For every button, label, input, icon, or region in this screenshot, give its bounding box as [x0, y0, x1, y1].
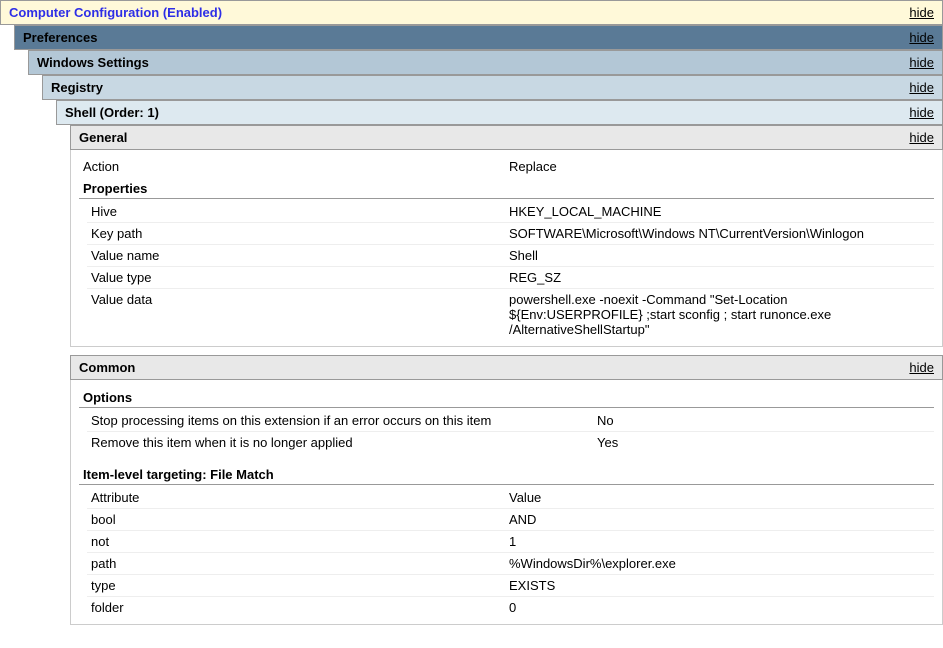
- hide-link-preferences[interactable]: hide: [909, 30, 934, 45]
- targeting-val: 0: [509, 600, 934, 615]
- attribute-col: Attribute: [87, 490, 509, 505]
- property-label: Value data: [87, 292, 509, 337]
- general-title: General: [79, 130, 127, 145]
- targeting-row: path %WindowsDir%\explorer.exe: [87, 553, 934, 575]
- preferences-header: Preferences hide: [14, 25, 943, 50]
- option-row: Remove this item when it is no longer ap…: [87, 432, 934, 453]
- value-col: Value: [509, 490, 934, 505]
- property-value: REG_SZ: [509, 270, 934, 285]
- targeting-attr: bool: [87, 512, 509, 527]
- common-title: Common: [79, 360, 135, 375]
- option-label: Remove this item when it is no longer ap…: [87, 435, 597, 450]
- targeting-row: folder 0: [87, 597, 934, 618]
- action-value: Replace: [509, 159, 934, 174]
- targeting-val: AND: [509, 512, 934, 527]
- action-row: Action Replace: [79, 156, 934, 177]
- property-row: Key path SOFTWARE\Microsoft\Windows NT\C…: [87, 223, 934, 245]
- general-content: Action Replace Properties Hive HKEY_LOCA…: [70, 150, 943, 347]
- targeting-attr: type: [87, 578, 509, 593]
- hide-link-shell[interactable]: hide: [909, 105, 934, 120]
- property-label: Value name: [87, 248, 509, 263]
- targeting-row: type EXISTS: [87, 575, 934, 597]
- option-row: Stop processing items on this extension …: [87, 410, 934, 432]
- property-row: Hive HKEY_LOCAL_MACHINE: [87, 201, 934, 223]
- property-value: SOFTWARE\Microsoft\Windows NT\CurrentVer…: [509, 226, 934, 241]
- targeting-attr: not: [87, 534, 509, 549]
- preferences-title: Preferences: [23, 30, 97, 45]
- hide-link-common[interactable]: hide: [909, 360, 934, 375]
- targeting-row: bool AND: [87, 509, 934, 531]
- targeting-val: %WindowsDir%\explorer.exe: [509, 556, 934, 571]
- hide-link-general[interactable]: hide: [909, 130, 934, 145]
- options-rows: Stop processing items on this extension …: [87, 410, 934, 453]
- shell-header: Shell (Order: 1) hide: [56, 100, 943, 125]
- property-label: Hive: [87, 204, 509, 219]
- option-label: Stop processing items on this extension …: [87, 413, 597, 428]
- general-header: General hide: [70, 125, 943, 150]
- shell-title: Shell (Order: 1): [65, 105, 159, 120]
- hide-link-registry[interactable]: hide: [909, 80, 934, 95]
- property-label: Value type: [87, 270, 509, 285]
- targeting-attr: path: [87, 556, 509, 571]
- windows-settings-header: Windows Settings hide: [28, 50, 943, 75]
- targeting-col-header: Attribute Value: [87, 487, 934, 509]
- option-value: Yes: [597, 435, 934, 450]
- targeting-rows: Attribute Value bool AND not 1 path %Win…: [87, 487, 934, 618]
- hide-link-computer-config[interactable]: hide: [909, 5, 934, 20]
- options-subheader: Options: [79, 386, 934, 408]
- common-content: Options Stop processing items on this ex…: [70, 380, 943, 625]
- computer-configuration-header: Computer Configuration (Enabled) hide: [0, 0, 943, 25]
- option-value: No: [597, 413, 934, 428]
- property-value: powershell.exe -noexit -Command "Set-Loc…: [509, 292, 869, 337]
- registry-title: Registry: [51, 80, 103, 95]
- property-value: HKEY_LOCAL_MACHINE: [509, 204, 934, 219]
- computer-configuration-title: Computer Configuration (Enabled): [9, 5, 222, 20]
- hide-link-windows-settings[interactable]: hide: [909, 55, 934, 70]
- property-value: Shell: [509, 248, 934, 263]
- property-row: Value data powershell.exe -noexit -Comma…: [87, 289, 934, 340]
- properties-rows: Hive HKEY_LOCAL_MACHINE Key path SOFTWAR…: [87, 201, 934, 340]
- properties-subheader: Properties: [79, 177, 934, 199]
- targeting-val: 1: [509, 534, 934, 549]
- property-label: Key path: [87, 226, 509, 241]
- property-row: Value name Shell: [87, 245, 934, 267]
- targeting-val: EXISTS: [509, 578, 934, 593]
- targeting-attr: folder: [87, 600, 509, 615]
- common-header: Common hide: [70, 355, 943, 380]
- windows-settings-title: Windows Settings: [37, 55, 149, 70]
- property-row: Value type REG_SZ: [87, 267, 934, 289]
- targeting-row: not 1: [87, 531, 934, 553]
- action-label: Action: [79, 159, 509, 174]
- targeting-subheader: Item-level targeting: File Match: [79, 463, 934, 485]
- registry-header: Registry hide: [42, 75, 943, 100]
